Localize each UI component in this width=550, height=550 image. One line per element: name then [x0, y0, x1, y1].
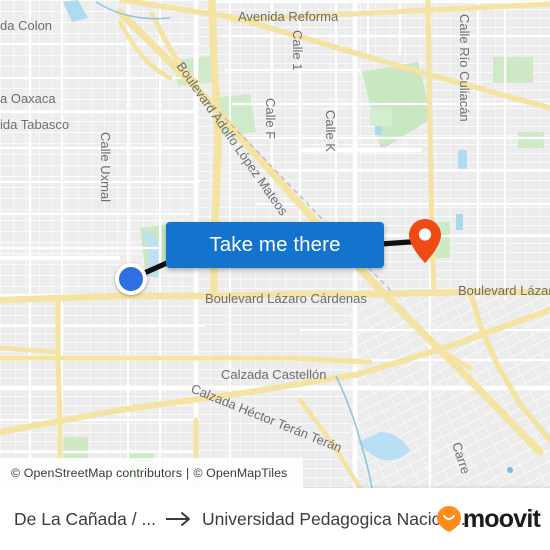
attribution-separator: | — [186, 466, 190, 480]
moovit-logo[interactable]: moovit — [436, 505, 550, 534]
map-viewport[interactable]: Avenida Reforma da Colon a Oaxaca ida Ta… — [0, 0, 550, 488]
route-origin-label: De La Cañada / ... — [14, 508, 157, 529]
map-attribution: © OpenStreetMap contributors | © OpenMap… — [0, 458, 303, 488]
current-location-marker[interactable] — [115, 263, 147, 295]
moovit-wordmark: moovit — [462, 504, 541, 533]
destination-pin-marker[interactable] — [408, 218, 442, 264]
map-label: Calzada Castellón — [221, 367, 327, 382]
map-label: a Oaxaca — [0, 91, 56, 106]
route-destination-label: Universidad Pedagogica Nacion... — [202, 508, 466, 529]
map-label: Calle Río Culiacán — [457, 14, 472, 122]
route-summary[interactable]: De La Cañada / ... Universidad Pedagogic… — [0, 508, 466, 530]
attribution-osm[interactable]: © OpenStreetMap contributors — [11, 466, 182, 480]
moovit-pin-icon — [436, 506, 461, 532]
take-me-there-label: Take me there — [209, 233, 341, 256]
take-me-there-button[interactable]: Take me there — [166, 222, 384, 268]
map-label: Carre — [449, 440, 473, 476]
moovit-map-screen: Avenida Reforma da Colon a Oaxaca ida Ta… — [0, 0, 550, 550]
map-label: ida Tabasco — [0, 117, 69, 132]
map-label: Boulevard Lázaro Cárdenas — [205, 291, 367, 306]
map-label: Calle Uxmal — [98, 132, 113, 202]
map-label: Boulevard Lázaro — [458, 283, 550, 298]
arrow-right-icon — [165, 511, 193, 527]
map-label: Calle K — [323, 110, 338, 152]
map-label: Calzada Héctor Terán Terán — [189, 381, 344, 455]
route-footer-bar: De La Cañada / ... Universidad Pedagogic… — [0, 488, 550, 550]
map-pin-icon — [409, 219, 441, 263]
map-label: Calle F — [263, 98, 278, 139]
map-label: da Colon — [0, 18, 52, 33]
attribution-omt[interactable]: © OpenMapTiles — [193, 466, 287, 480]
map-label: Calle 1 — [290, 30, 305, 70]
map-label: Avenida Reforma — [238, 9, 339, 24]
